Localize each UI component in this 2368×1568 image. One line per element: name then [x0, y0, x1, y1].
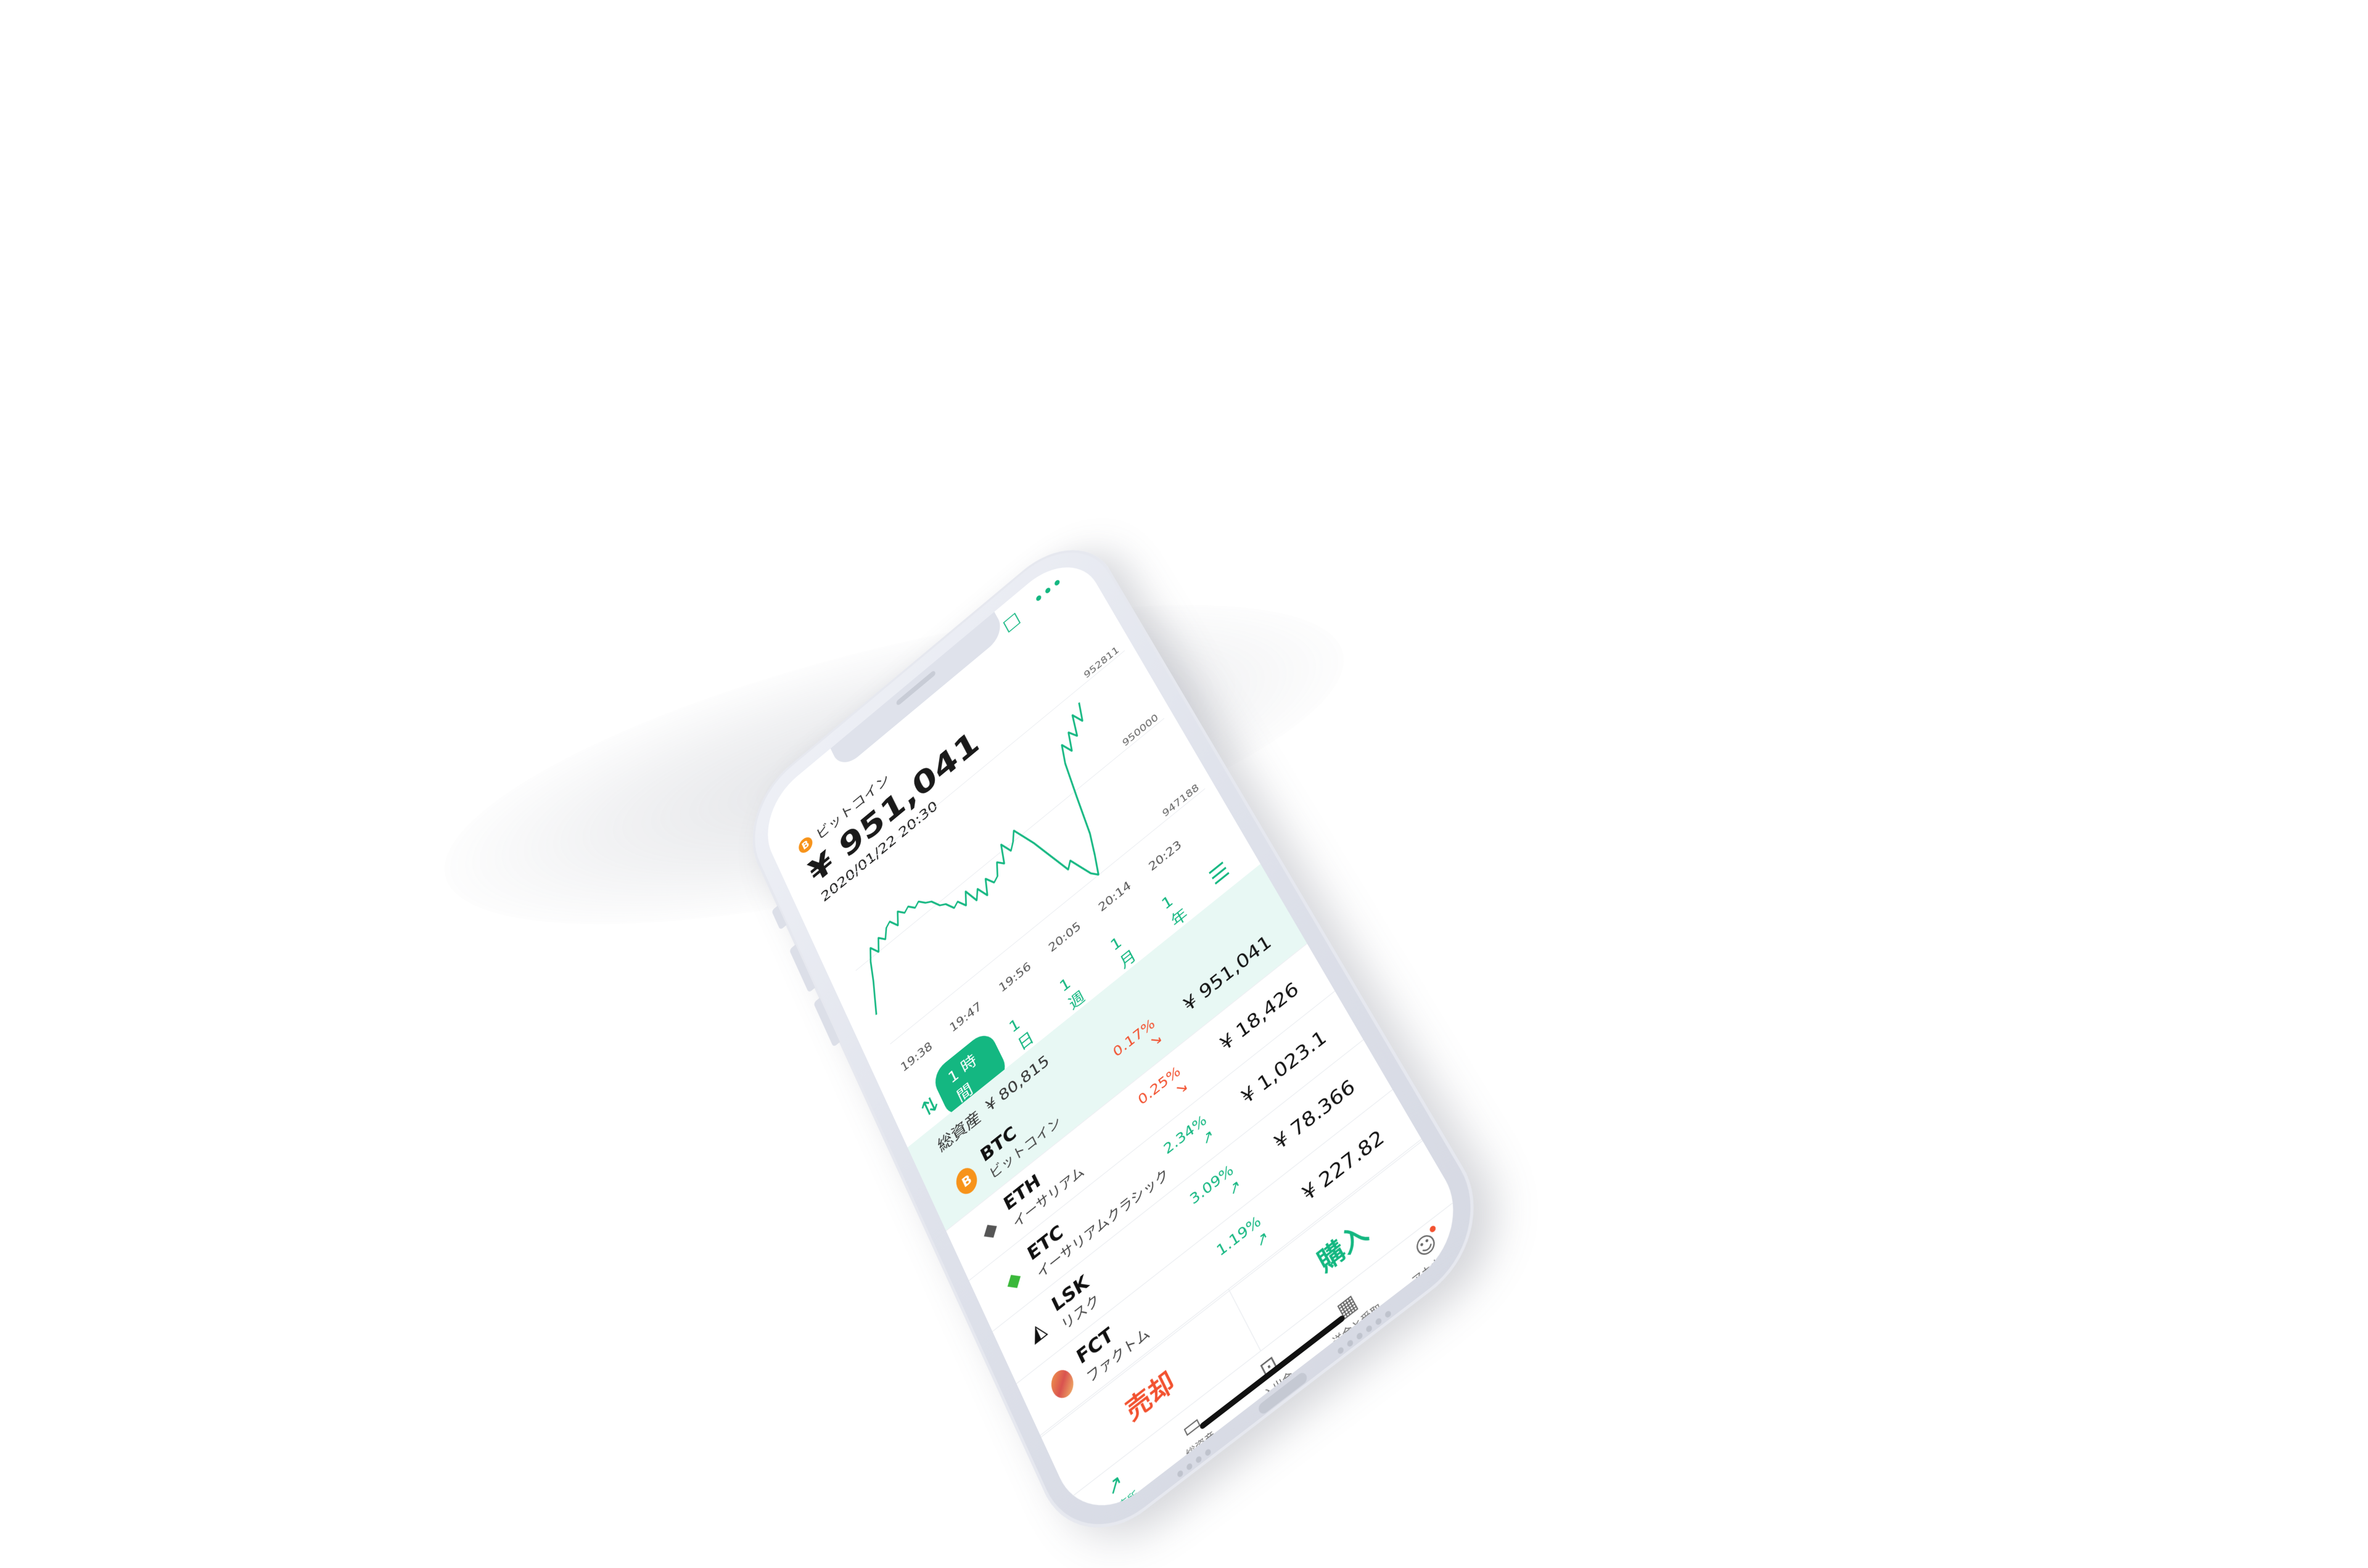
y-tick-label: 952811	[1082, 645, 1120, 681]
ethereum-classic-icon: ◆	[998, 1261, 1029, 1299]
x-tick-label: 20:14	[1096, 878, 1133, 914]
factom-icon	[1047, 1365, 1078, 1403]
y-tick-label: 950000	[1121, 712, 1161, 749]
ethereum-icon: ◆	[975, 1212, 1005, 1249]
bitcoin-icon: B	[952, 1163, 981, 1199]
x-tick-label: 19:56	[997, 959, 1034, 995]
bitcoin-icon: B	[796, 834, 815, 856]
x-tick-label: 19:38	[899, 1039, 934, 1075]
stage: □ ••• B ビットコイン ¥ 951,041 2020/01/22 20:3…	[0, 0, 2368, 1568]
more-dots-icon[interactable]: •••	[1030, 572, 1066, 610]
lisk-icon: ◭	[1022, 1312, 1053, 1351]
list-icon[interactable]: ☰	[1206, 857, 1233, 890]
x-tick-label: 20:05	[1046, 919, 1083, 955]
y-tick-label: 947188	[1161, 782, 1201, 819]
chat-bubble-icon[interactable]: □	[1000, 608, 1023, 636]
candlestick-icon[interactable]: ⇅	[918, 1091, 942, 1123]
x-tick-label: 19:47	[948, 999, 984, 1035]
x-tick-label: 20:23	[1146, 837, 1183, 874]
